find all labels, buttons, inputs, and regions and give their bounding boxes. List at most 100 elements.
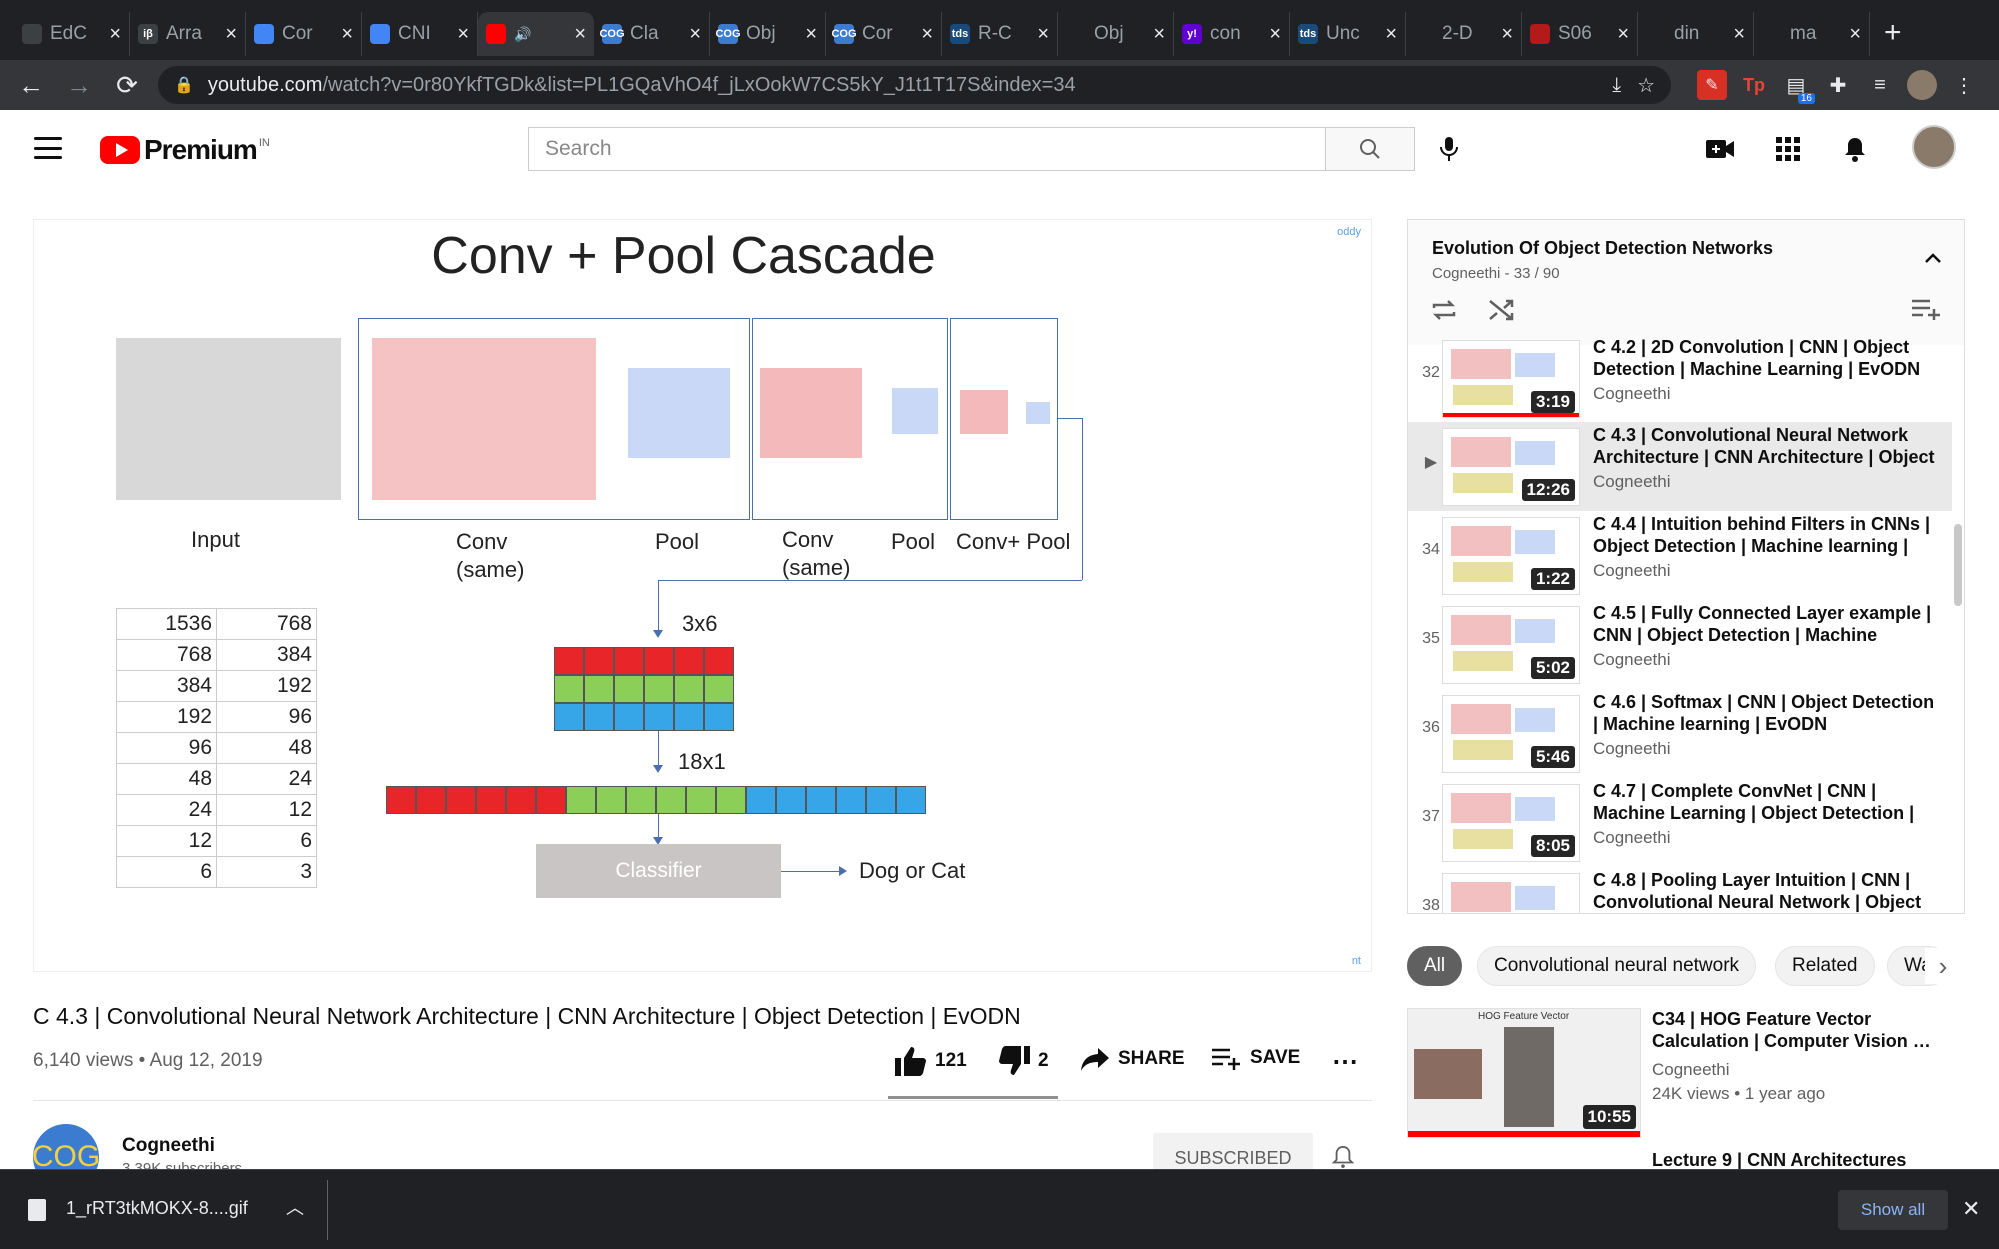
install-icon[interactable]: ⤓ xyxy=(1612,74,1621,97)
extension-tp-icon[interactable]: Tp xyxy=(1739,70,1769,100)
video-player[interactable]: Conv + Pool Cascade oddy nt Input Conv (… xyxy=(33,219,1372,972)
playlist-item-thumbnail[interactable] xyxy=(1442,873,1580,913)
save-playlist-icon[interactable] xyxy=(1912,298,1942,327)
microphone-icon[interactable] xyxy=(1434,134,1464,164)
playlist-item[interactable]: 34 1:22 C 4.4 | Intuition behind Filters i… xyxy=(1408,511,1952,600)
shuffle-icon[interactable] xyxy=(1488,298,1516,329)
browser-tab[interactable]: iβ Arra × xyxy=(130,12,246,56)
browser-tab[interactable]: Cor × xyxy=(246,12,362,56)
playlist-item-thumbnail[interactable]: 1:22 xyxy=(1442,517,1580,595)
playlist-item-thumbnail[interactable]: 5:46 xyxy=(1442,695,1580,773)
save-button[interactable]: SAVE xyxy=(1212,1046,1300,1070)
playlist-item-thumbnail[interactable]: 3:19 xyxy=(1442,340,1580,418)
extensions-puzzle-icon[interactable]: ✚ xyxy=(1823,70,1853,100)
tab-close-icon[interactable]: × xyxy=(921,23,933,46)
download-filename[interactable]: 1_rRT3tkMOKX-8....gif xyxy=(66,1198,248,1219)
recommendation-channel[interactable]: Cogneethi xyxy=(1652,1060,1730,1080)
new-tab-button[interactable]: + xyxy=(1884,16,1902,50)
playlist-title[interactable]: Evolution Of Object Detection Networks xyxy=(1432,238,1773,259)
browser-tab[interactable]: COG Cor × xyxy=(826,12,942,56)
playlist-item-thumbnail[interactable]: 5:02 xyxy=(1442,606,1580,684)
playlist-item[interactable]: 37 8:05 C 4.7 | Complete ConvNet | CNN | M… xyxy=(1408,778,1952,867)
more-actions-icon[interactable]: ⋯ xyxy=(1332,1046,1358,1077)
bookmark-star-icon[interactable]: ☆ xyxy=(1637,73,1655,98)
notifications-bell-icon[interactable] xyxy=(1840,134,1870,164)
tab-favicon-icon xyxy=(1646,24,1666,44)
playlist-item[interactable]: 36 5:46 C 4.6 | Softmax | CNN | Object Det… xyxy=(1408,689,1952,778)
like-button[interactable]: 121 xyxy=(895,1046,967,1076)
profile-avatar[interactable] xyxy=(1907,70,1937,100)
browser-tab[interactable]: 🔊 × xyxy=(478,12,594,56)
collapse-chevron-icon[interactable] xyxy=(1924,248,1942,269)
browser-tab[interactable]: COG Obj × xyxy=(710,12,826,56)
dislike-count: 2 xyxy=(1038,1050,1049,1071)
tab-close-icon[interactable]: × xyxy=(574,23,586,46)
tab-close-icon[interactable]: × xyxy=(689,23,701,46)
tab-close-icon[interactable]: × xyxy=(1037,23,1049,46)
browser-tab[interactable]: tds R-C × xyxy=(942,12,1058,56)
playlist-item[interactable]: 32 3:19 C 4.2 | 2D Convolution | CNN | Obj… xyxy=(1408,334,1952,423)
playlist-item-thumbnail[interactable]: 12:26 xyxy=(1442,428,1580,506)
menu-icon[interactable] xyxy=(34,137,62,159)
recommendation-title[interactable]: C34 | HOG Feature Vector Calculation | C… xyxy=(1652,1008,1952,1052)
dislike-button[interactable]: 2 xyxy=(998,1046,1049,1076)
tab-audio-icon[interactable]: 🔊 xyxy=(514,26,531,43)
tab-close-icon[interactable]: × xyxy=(805,23,817,46)
create-video-icon[interactable] xyxy=(1706,134,1736,164)
playlist-position: 33 / 90 xyxy=(1513,265,1560,282)
forward-button[interactable]: → xyxy=(62,68,96,102)
browser-tab[interactable]: din × xyxy=(1638,12,1754,56)
chevron-right-icon[interactable]: › xyxy=(1925,948,1961,984)
chip-convolutional-neural-network[interactable]: Convolutional neural network xyxy=(1477,946,1757,986)
tab-close-icon[interactable]: × xyxy=(225,23,237,46)
browser-tab[interactable]: y! con × xyxy=(1174,12,1290,56)
media-queue-icon[interactable]: ≡ xyxy=(1865,70,1895,100)
tab-close-icon[interactable]: × xyxy=(457,23,469,46)
search-input[interactable]: Search xyxy=(528,127,1326,171)
chrome-menu-icon[interactable]: ⋮ xyxy=(1949,70,1979,100)
youtube-logo[interactable]: Premium IN xyxy=(100,134,270,166)
browser-tab[interactable]: S06 × xyxy=(1522,12,1638,56)
recommendation-thumbnail[interactable]: HOG Feature Vector 10:55 xyxy=(1407,1008,1641,1138)
extension-wand-icon[interactable]: ✎ xyxy=(1697,70,1727,100)
close-icon[interactable]: ✕ xyxy=(1962,1196,1980,1222)
browser-tab[interactable]: Obj × xyxy=(1058,12,1174,56)
share-button[interactable]: SHARE xyxy=(1080,1046,1185,1072)
playlist-item[interactable]: 35 5:02 C 4.5 | Fully Connected Layer exam… xyxy=(1408,600,1952,689)
browser-tab[interactable]: EdC × xyxy=(14,12,130,56)
browser-tab[interactable]: CNI × xyxy=(362,12,478,56)
chip-all[interactable]: All xyxy=(1407,946,1463,986)
reload-button[interactable]: ⟳ xyxy=(110,68,144,102)
tab-close-icon[interactable]: × xyxy=(1385,23,1397,46)
tab-close-icon[interactable]: × xyxy=(1849,23,1861,46)
channel-name[interactable]: Cogneethi xyxy=(122,1135,215,1157)
tab-label: Arra xyxy=(166,23,202,44)
extension-badge-icon[interactable]: ▤ 16 xyxy=(1781,70,1815,104)
recommendation-title[interactable]: Lecture 9 | CNN Architectures xyxy=(1652,1150,1906,1171)
browser-tab[interactable]: COG Cla × xyxy=(594,12,710,56)
apps-grid-icon[interactable] xyxy=(1773,134,1803,164)
back-button[interactable]: ← xyxy=(14,68,48,102)
tab-close-icon[interactable]: × xyxy=(1501,23,1513,46)
search-button[interactable] xyxy=(1326,127,1415,171)
chip-related[interactable]: Related xyxy=(1775,946,1875,986)
chevron-up-icon[interactable]: ︿ xyxy=(286,1194,304,1220)
tab-close-icon[interactable]: × xyxy=(1617,23,1629,46)
playlist-item-thumbnail[interactable]: 8:05 xyxy=(1442,784,1580,862)
account-avatar[interactable] xyxy=(1912,125,1956,169)
playlist-owner[interactable]: Cogneethi xyxy=(1432,265,1500,282)
show-all-button[interactable]: Show all xyxy=(1838,1190,1948,1230)
playlist-scrollbar[interactable] xyxy=(1954,524,1962,606)
browser-tab[interactable]: ma × xyxy=(1754,12,1870,56)
tab-close-icon[interactable]: × xyxy=(109,23,121,46)
playlist-item[interactable]: ▶ 12:26 C 4.3 | Convolutional Neural Netwo… xyxy=(1408,422,1952,511)
playlist-item[interactable]: 38 C 4.8 | Pooling Layer Intuition | CNN … xyxy=(1408,867,1952,913)
browser-tab[interactable]: 2-D × xyxy=(1406,12,1522,56)
tab-close-icon[interactable]: × xyxy=(1269,23,1281,46)
tab-close-icon[interactable]: × xyxy=(1733,23,1745,46)
address-bar[interactable]: 🔒 youtube.com/watch?v=0r80YkfTGDk&list=P… xyxy=(158,66,1671,104)
tab-close-icon[interactable]: × xyxy=(1153,23,1165,46)
loop-icon[interactable] xyxy=(1430,298,1458,329)
tab-close-icon[interactable]: × xyxy=(341,23,353,46)
browser-tab[interactable]: tds Unc × xyxy=(1290,12,1406,56)
